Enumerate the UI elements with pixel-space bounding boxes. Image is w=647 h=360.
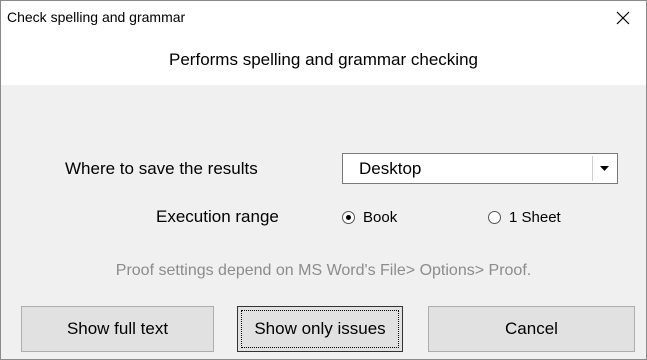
- close-button[interactable]: [600, 1, 646, 35]
- title-bar: Check spelling and grammar: [1, 1, 646, 35]
- dialog-window: Check spelling and grammar Performs spel…: [0, 0, 647, 360]
- cancel-button[interactable]: Cancel: [428, 306, 635, 352]
- dropdown-arrow-button[interactable]: [592, 156, 615, 181]
- radio-1-sheet-indicator[interactable]: [488, 211, 501, 224]
- show-only-issues-label: Show only issues: [254, 319, 386, 338]
- radio-1-sheet-label: 1 Sheet: [509, 209, 561, 226]
- description-text: Performs spelling and grammar checking: [169, 50, 478, 69]
- radio-book[interactable]: Book: [342, 209, 397, 226]
- window-title: Check spelling and grammar: [7, 9, 186, 25]
- show-only-issues-button[interactable]: Show only issues: [237, 306, 403, 352]
- save-location-dropdown[interactable]: Desktop: [342, 153, 618, 184]
- proof-settings-note: Proof settings depend on MS Word's File>…: [115, 262, 532, 279]
- radio-book-label: Book: [363, 209, 398, 226]
- radio-book-indicator[interactable]: [342, 211, 355, 224]
- cancel-label: Cancel: [505, 319, 558, 338]
- show-full-text-button[interactable]: Show full text: [21, 306, 214, 352]
- save-location-label: Where to save the results: [65, 159, 258, 178]
- execution-range-label: Execution range: [156, 207, 279, 226]
- description-banner: Performs spelling and grammar checking: [1, 35, 646, 85]
- chevron-down-icon: [599, 165, 609, 171]
- close-icon: [616, 11, 630, 25]
- show-full-text-label: Show full text: [66, 319, 169, 338]
- radio-selected-dot: [346, 215, 351, 220]
- save-location-value: Desktop: [359, 159, 422, 178]
- radio-1-sheet[interactable]: 1 Sheet: [488, 209, 561, 226]
